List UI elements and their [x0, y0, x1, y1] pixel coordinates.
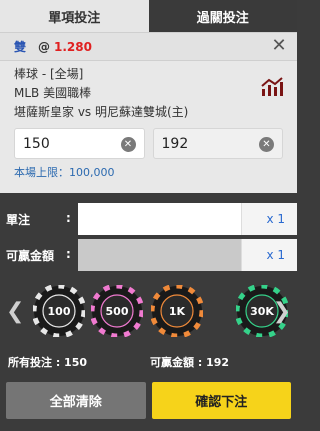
payout-row: 可贏金額: x 1	[0, 239, 297, 271]
payout-input[interactable]: 192 ✕	[152, 128, 283, 159]
clear-all-button[interactable]: 全部清除	[6, 382, 146, 419]
chip-100[interactable]: 100	[31, 283, 87, 339]
bet-limit-label: 本場上限：100,000	[14, 166, 115, 179]
payout-row-label: 可贏金額:	[6, 246, 71, 263]
bet-type-tabs: 單項投注 過關投注	[0, 0, 297, 32]
bet-card: 雙 @ 1.280 ✕ 棒球 - [全場] MLB 美國職棒 堪薩斯皇家 vs …	[0, 32, 297, 193]
chip-1k-label: 1K	[168, 304, 186, 318]
total-bets-label: 所有投注 : 150	[8, 356, 88, 369]
league-label: MLB 美國職棒	[14, 86, 92, 100]
odds-value: 1.280	[54, 39, 92, 54]
confirm-bet-button[interactable]: 確認下注	[151, 382, 291, 419]
action-buttons: 全部清除 確認下注	[0, 382, 297, 419]
at-symbol: @	[38, 39, 51, 54]
chip-selector: ❮ 100 500 1K 30K ❯	[0, 283, 297, 343]
stats-chart-icon[interactable]	[261, 77, 283, 97]
bet-slip: 單項投注 過關投注 雙 @ 1.280 ✕ 棒球 - [全場] MLB 美國職棒…	[0, 0, 297, 431]
payout-multiplier[interactable]: x 1	[241, 239, 297, 271]
chevron-right-icon[interactable]: ❯	[273, 299, 291, 324]
clear-payout-icon[interactable]: ✕	[259, 137, 274, 152]
tab-parlay-bet[interactable]: 過關投注	[148, 0, 297, 32]
chip-500[interactable]: 500	[89, 283, 145, 339]
match-label: 堪薩斯皇家 vs 明尼蘇達雙城(主)	[14, 105, 189, 119]
payout-input-value: 192	[161, 135, 189, 152]
stake-input[interactable]: 150 ✕	[14, 128, 145, 159]
sport-label: 棒球 - [全場]	[14, 67, 84, 81]
chevron-left-icon[interactable]: ❮	[6, 299, 24, 324]
single-stake-label: 單注:	[6, 210, 71, 227]
tab-single-bet[interactable]: 單項投注	[0, 0, 149, 32]
clear-stake-icon[interactable]: ✕	[120, 137, 136, 152]
single-stake-multiplier[interactable]: x 1	[241, 203, 297, 235]
single-stake-row: 單注: x 1	[0, 203, 297, 235]
bet-inputs: 150 ✕ 192 ✕	[0, 122, 297, 159]
bet-card-header: 雙 @ 1.280	[0, 33, 297, 61]
chip-100-label: 100	[47, 304, 71, 318]
single-stake-input[interactable]	[78, 203, 241, 235]
chip-1k[interactable]: 1K	[149, 283, 205, 339]
payout-row-field	[78, 239, 241, 271]
selection-label: 雙	[14, 40, 27, 54]
totals-bar: 所有投注 : 150 可贏金額 : 192	[0, 353, 297, 371]
stake-rows: 單注: x 1 可贏金額: x 1	[0, 203, 297, 271]
close-icon[interactable]: ✕	[271, 37, 287, 55]
total-payout-label: 可贏金額 : 192	[150, 356, 230, 369]
stake-input-value: 150	[23, 135, 50, 152]
chip-500-label: 500	[105, 304, 129, 318]
